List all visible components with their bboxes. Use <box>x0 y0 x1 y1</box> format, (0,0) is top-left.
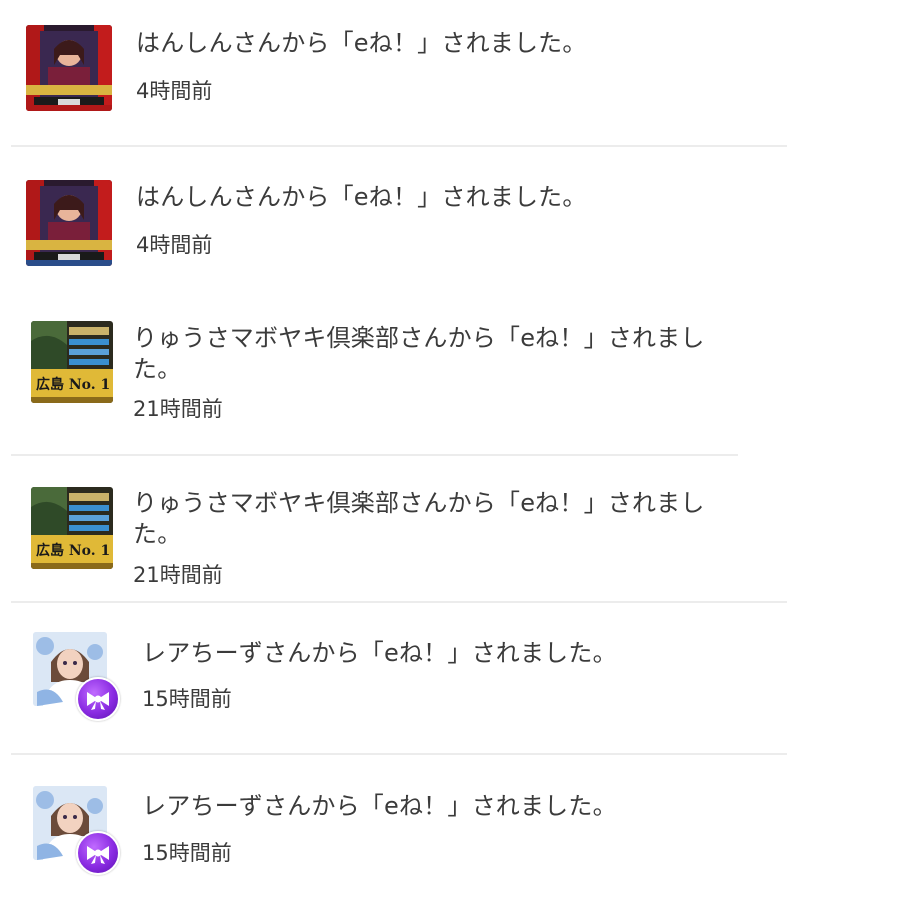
ribbon-badge-icon <box>76 677 120 721</box>
notification-time: 21時間前 <box>133 563 223 587</box>
divider <box>11 454 738 456</box>
notification-time: 4時間前 <box>136 79 213 103</box>
hiroshima-no1-card-icon: 広島 No. 1 <box>31 487 113 569</box>
notification-message: レアちーずさんから「eね！」されました。 <box>142 792 617 820</box>
notification-time: 21時間前 <box>133 397 223 421</box>
notification-message: はんしんさんから「eね！」されました。 <box>136 29 587 57</box>
divider <box>11 145 787 147</box>
hiroshima-no1-card-icon: 広島 No. 1 <box>31 321 113 403</box>
notification-time: 15時間前 <box>142 841 232 865</box>
card-text: 広島 No. 1 <box>36 542 110 559</box>
card-text: 広島 No. 1 <box>36 376 110 393</box>
notification-time: 4時間前 <box>136 233 213 257</box>
notification-message: りゅうさマボヤキ倶楽部さんから「eね！」されました。 <box>133 489 705 548</box>
ribbon-badge-icon <box>76 831 120 875</box>
divider <box>11 753 787 755</box>
notification-time: 15時間前 <box>142 687 232 711</box>
character-card-red-icon <box>26 25 112 111</box>
character-card-red-icon <box>26 180 112 266</box>
notification-message: はんしんさんから「eね！」されました。 <box>136 183 587 211</box>
notification-message: レアちーずさんから「eね！」されました。 <box>142 639 617 667</box>
notification-message: りゅうさマボヤキ倶楽部さんから「eね！」されました。 <box>133 324 705 383</box>
divider <box>11 601 787 603</box>
